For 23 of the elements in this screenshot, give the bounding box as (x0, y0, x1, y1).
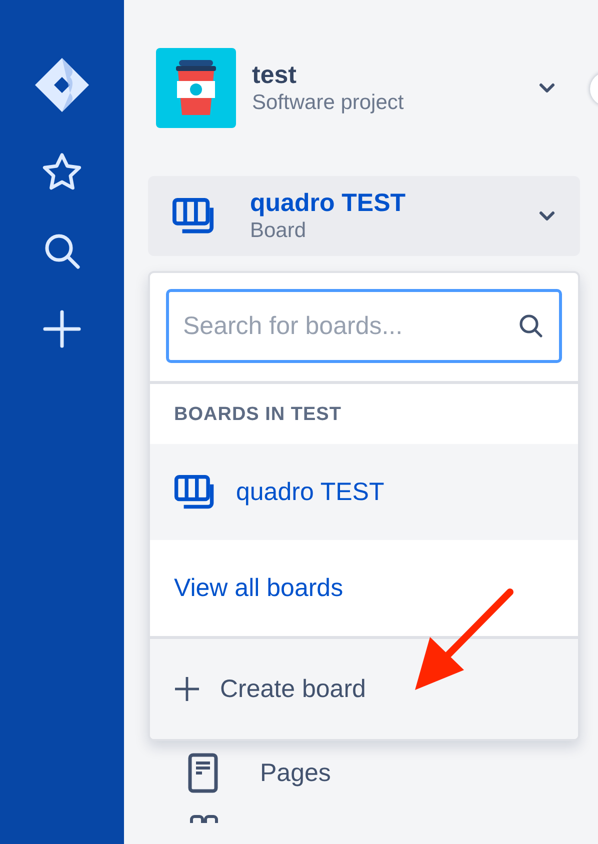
logo-icon[interactable] (35, 58, 89, 112)
view-all-boards-link[interactable]: View all boards (150, 540, 578, 636)
section-heading: BOARDS IN TEST (173, 403, 342, 427)
board-type: Board (250, 218, 308, 244)
board-search-field[interactable]: Search for boards... (166, 289, 562, 363)
board-icon (172, 198, 216, 234)
star-icon[interactable] (41, 152, 83, 192)
nav-item[interactable]: Pages (156, 741, 572, 805)
board-name: quadro TEST (250, 188, 407, 218)
project-name: test (252, 60, 298, 90)
search-icon[interactable] (43, 232, 81, 270)
chevron-down-icon (538, 210, 556, 222)
board-icon (174, 475, 216, 509)
project-type: Software project (252, 90, 405, 116)
board-list-item[interactable]: quadro TEST (150, 444, 578, 540)
coffee-cup-icon (174, 60, 218, 116)
plus-icon[interactable] (43, 310, 81, 348)
page-icon (188, 753, 218, 793)
create-board-button[interactable]: Create board (150, 639, 578, 739)
search-icon (518, 313, 544, 339)
chevron-down-icon (538, 82, 556, 94)
board-switcher[interactable]: quadro TEST Board (148, 176, 580, 256)
plus-icon (174, 676, 200, 702)
